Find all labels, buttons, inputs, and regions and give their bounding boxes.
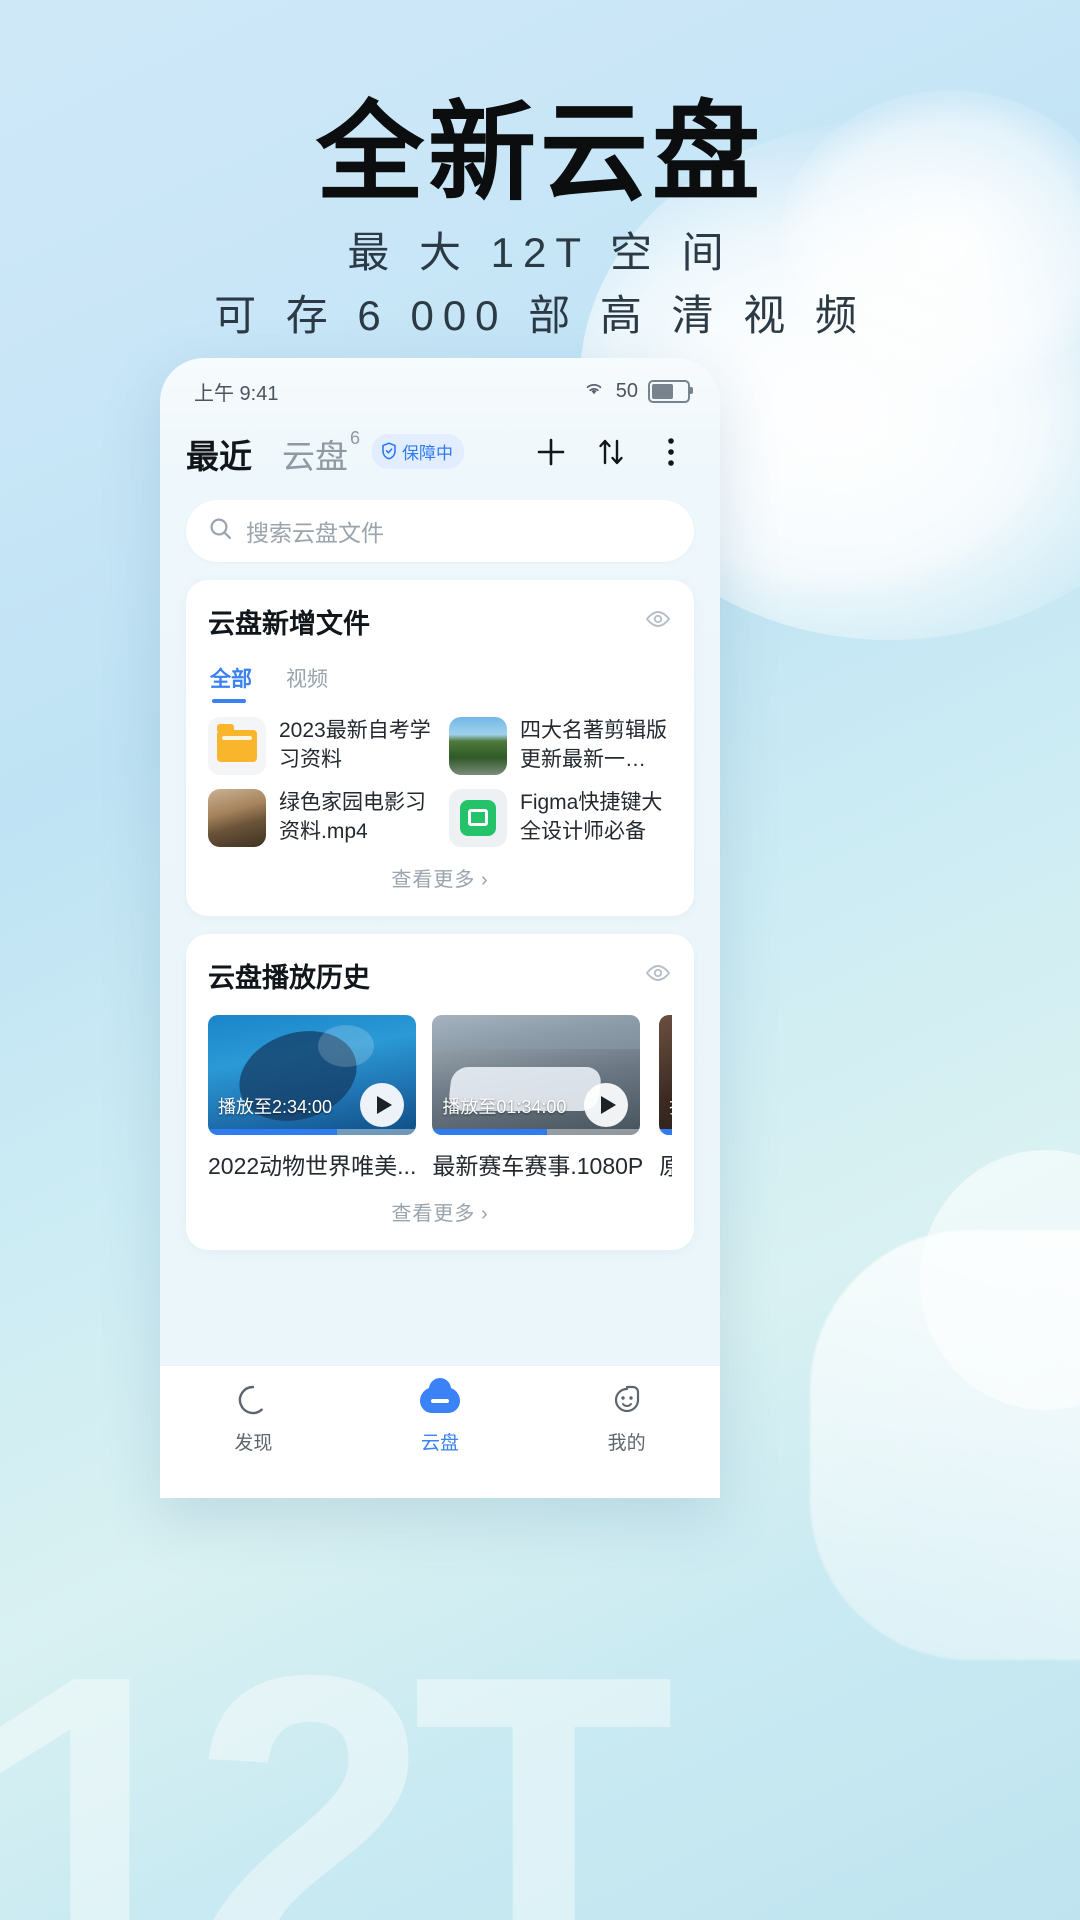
wifi-icon [582, 379, 606, 403]
nav-label: 我的 [607, 1433, 646, 1454]
status-badge-label: 保障中 [402, 443, 454, 463]
more-button[interactable] [648, 431, 694, 477]
list-item[interactable]: 四大名著剪辑版更新最新一期.mp4 [449, 717, 672, 775]
status-time: 上午 9:41 [194, 382, 279, 405]
play-icon[interactable] [360, 1083, 404, 1127]
hero-section: 全新云盘 最 大 12T 空 间 可 存 6 000 部 高 清 视 频 [0, 96, 1080, 347]
search-input[interactable]: 搜索云盘文件 [186, 500, 694, 562]
profile-smile-icon [610, 1380, 644, 1420]
play-history-title: 云盘播放历史 [208, 963, 370, 993]
nav-label: 云盘 [421, 1433, 460, 1454]
tab-cloud-count: 6 [350, 428, 361, 448]
folder-icon [208, 717, 266, 775]
file-name: 2023最新自考学习资料 [279, 719, 431, 771]
list-item[interactable]: 绿色家园电影习资料.mp4 [208, 789, 431, 847]
chevron-right-icon: › [480, 1203, 489, 1225]
list-item[interactable]: 播放至2:34:00 2022动物世界唯美... [208, 1015, 416, 1181]
sort-updown-icon [596, 436, 626, 473]
new-files-title: 云盘新增文件 [208, 609, 370, 639]
new-files-grid: 2023最新自考学习资料 四大名著剪辑版更新最新一期.mp4 绿色家园电影习资料… [208, 717, 672, 847]
discover-icon [236, 1380, 270, 1420]
video-thumbnail-icon: 播放至2:34:00 [208, 1015, 416, 1135]
app-header: 最近 云盘 6 保障中 [160, 414, 720, 484]
eye-icon[interactable] [644, 963, 672, 988]
list-item[interactable]: 2023最新自考学习资料 [208, 717, 431, 775]
list-item[interactable]: 播放至0 原画合... [659, 1015, 672, 1181]
cloud-shape-right-bar [810, 1230, 1080, 1660]
file-name: Figma快捷键大全设计师必备 [520, 791, 663, 843]
cloud-icon [420, 1378, 460, 1420]
tab-video[interactable]: 视频 [286, 663, 328, 703]
new-files-card: 云盘新增文件 全部 视频 2023最新自考学习资料 四大名著剪辑版更新最新一期.… [186, 580, 694, 916]
progress-bar [659, 1129, 672, 1135]
tab-cloud-label: 云盘 [282, 438, 348, 475]
view-more-label: 查看更多 [391, 1203, 476, 1225]
page-title: 全新云盘 [315, 92, 764, 213]
nav-label: 发现 [234, 1433, 273, 1454]
battery-level-label: 50 [615, 379, 638, 402]
progress-bar [208, 1129, 416, 1135]
status-badge-protected[interactable]: 保障中 [372, 433, 465, 469]
play-icon[interactable] [584, 1083, 629, 1127]
progress-bar [432, 1129, 641, 1135]
playback-position-label: 播放至0 [669, 1093, 672, 1119]
chevron-right-icon: › [480, 869, 489, 891]
watermark-12t: 12T [0, 1586, 675, 1920]
play-history-card: 云盘播放历史 播放至2:34:00 2022动物世界唯美... 播放至01:34… [186, 934, 694, 1250]
hero-subtitle-line1: 最 大 12T 空 间 [347, 229, 733, 277]
video-thumbnail-icon [449, 717, 507, 775]
plus-icon [534, 435, 568, 474]
search-icon [208, 516, 234, 547]
tab-cloud[interactable]: 云盘 6 [282, 428, 361, 478]
video-name: 2022动物世界唯美... [208, 1153, 417, 1179]
battery-icon [648, 379, 693, 403]
file-name: 绿色家园电影习资料.mp4 [279, 791, 426, 843]
search-placeholder: 搜索云盘文件 [246, 520, 384, 546]
shield-icon [381, 442, 397, 460]
list-item[interactable]: Figma快捷键大全设计师必备 [449, 789, 672, 847]
figma-icon [449, 789, 507, 847]
tab-all[interactable]: 全部 [210, 663, 252, 703]
new-files-tabs: 全部 视频 [208, 663, 672, 703]
new-files-view-more[interactable]: 查看更多 › [208, 847, 672, 906]
bottom-navigation: 发现 云盘 我的 [160, 1365, 720, 1498]
video-name: 最新赛车赛事.1080P [432, 1153, 644, 1179]
more-vertical-icon [666, 436, 676, 473]
status-bar: 上午 9:41 50 [160, 358, 720, 414]
play-history-scroller[interactable]: 播放至2:34:00 2022动物世界唯美... 播放至01:34:00 最新赛… [208, 1015, 672, 1181]
video-thumbnail-icon: 播放至0 [659, 1015, 672, 1135]
phone-mockup: 上午 9:41 50 最近 云盘 6 保障中 搜索云盘文件 云盘新增文件 全部 … [160, 358, 720, 1498]
nav-item-cloud[interactable]: 云盘 [347, 1378, 534, 1455]
eye-icon[interactable] [644, 609, 672, 634]
play-history-view-more[interactable]: 查看更多 › [208, 1181, 672, 1240]
playback-position-label: 播放至01:34:00 [442, 1097, 567, 1117]
view-more-label: 查看更多 [391, 869, 476, 891]
add-button[interactable] [528, 431, 574, 477]
video-name: 原画合... [659, 1147, 672, 1181]
nav-item-profile[interactable]: 我的 [533, 1380, 720, 1455]
video-thumbnail-icon: 播放至01:34:00 [432, 1015, 641, 1135]
video-thumbnail-icon [208, 789, 266, 847]
hero-subtitle-line2: 可 存 6 000 部 高 清 视 频 [214, 292, 866, 340]
list-item[interactable]: 播放至01:34:00 最新赛车赛事.1080P [432, 1015, 643, 1181]
sort-button[interactable] [588, 431, 634, 477]
nav-item-discover[interactable]: 发现 [160, 1380, 347, 1455]
file-name: 四大名著剪辑版更新最新一期.mp4 [520, 719, 667, 771]
tab-recent[interactable]: 最近 [186, 430, 252, 478]
playback-position-label: 播放至2:34:00 [218, 1097, 333, 1117]
